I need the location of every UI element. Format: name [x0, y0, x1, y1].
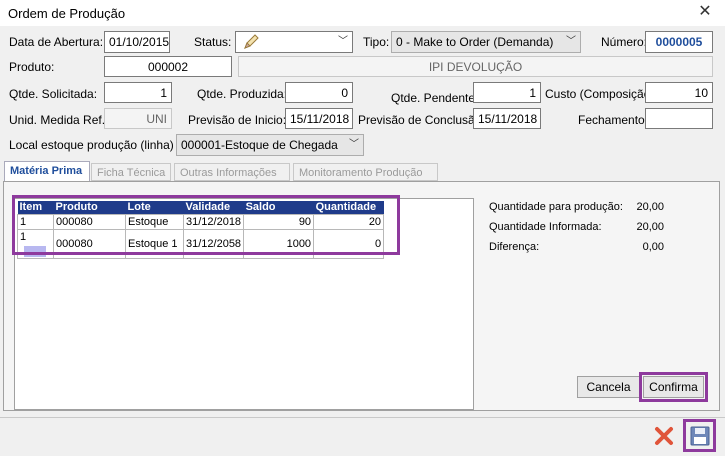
qtde-pendente-field[interactable]: 1	[473, 82, 541, 103]
local-estoque-select[interactable]: 000001-Estoque de Chegada ﹀	[176, 134, 364, 156]
previsao-inicio-field[interactable]: 15/11/2018	[285, 108, 353, 129]
tab-ficha-tecnica[interactable]: Ficha Técnica	[91, 163, 171, 181]
data-abertura-label: Data de Abertura:	[9, 35, 103, 49]
tipo-select[interactable]: 0 - Make to Order (Demanda) ﹀	[391, 31, 581, 53]
qtde-pendente-label: Qtde. Pendente:	[391, 91, 478, 105]
status-label: Status:	[194, 35, 231, 49]
qtde-solicitada-label: Qtde. Solicitada:	[9, 87, 97, 101]
tab-outras-informacoes[interactable]: Outras Informações	[174, 163, 290, 181]
tab-materia-prima[interactable]: Matéria Prima	[4, 161, 90, 182]
produto-codigo-field[interactable]: 000002	[104, 56, 232, 77]
previsao-inicio-label: Previsão de Inicio:	[188, 113, 286, 127]
qtd-producao-label: Quantidade para produção:	[489, 201, 623, 213]
bottom-toolbar	[0, 417, 725, 456]
tipo-label: Tipo:	[363, 35, 389, 49]
qtde-produzida-field[interactable]: 0	[285, 82, 353, 103]
cancela-button[interactable]: Cancela	[577, 376, 640, 398]
custo-label: Custo (Composição):	[545, 87, 658, 101]
status-select[interactable]: ﹀	[235, 31, 353, 53]
data-abertura-field[interactable]: 01/10/2015	[104, 31, 170, 53]
qtd-producao-value: 20,00	[604, 201, 664, 213]
tipo-value: 0 - Make to Order (Demanda)	[396, 35, 553, 49]
previsao-conclusao-label: Previsão de Conclusão:	[358, 113, 485, 127]
local-estoque-value: 000001-Estoque de Chegada	[181, 138, 338, 152]
unid-label: Unid. Medida Ref.	[9, 113, 105, 127]
custo-field[interactable]: 10	[645, 82, 713, 103]
produto-label: Produto:	[9, 60, 54, 74]
chevron-down-icon: ﹀	[338, 32, 348, 52]
fechamento-label: Fechamento:	[578, 113, 648, 127]
numero-field[interactable]: 0000005	[645, 31, 713, 53]
red-x-icon[interactable]	[653, 425, 675, 447]
pencil-icon	[242, 33, 260, 57]
fechamento-field[interactable]	[645, 108, 713, 129]
diferenca-label: Diferença:	[489, 241, 539, 253]
unid-field: UNI	[104, 108, 172, 129]
qtd-informada-value: 20,00	[604, 221, 664, 233]
confirma-button[interactable]: Confirma	[643, 376, 704, 398]
local-estoque-label: Local estoque produção (linha) :	[9, 138, 180, 152]
numero-label: Número:	[601, 35, 647, 49]
chevron-down-icon: ﹀	[566, 32, 576, 52]
produto-descricao-field: IPI DEVOLUÇÃO	[238, 56, 713, 77]
floppy-disk-icon[interactable]	[689, 425, 711, 447]
chevron-down-icon: ﹀	[349, 135, 359, 155]
qtde-produzida-label: Qtde. Produzida:	[197, 87, 287, 101]
tab-monitoramento-producao[interactable]: Monitoramento Produção	[293, 163, 438, 181]
close-icon[interactable]: ✕	[693, 1, 717, 23]
diferenca-value: 0,00	[604, 241, 664, 253]
table-highlight-box	[12, 195, 400, 255]
qtde-solicitada-field[interactable]: 1	[104, 82, 172, 103]
qtd-informada-label: Quantidade Informada:	[489, 221, 602, 233]
previsao-conclusao-field[interactable]: 15/11/2018	[473, 108, 541, 129]
window-title: Ordem de Produção	[8, 6, 125, 21]
